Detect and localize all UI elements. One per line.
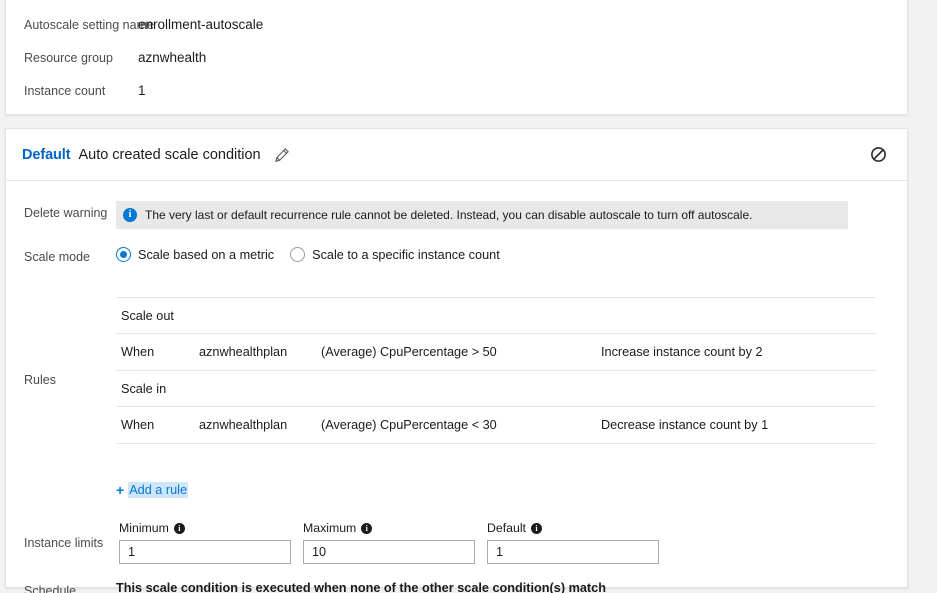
delete-warning-text: The very last or default recurrence rule… bbox=[145, 208, 753, 222]
default-field-group: Default i bbox=[487, 519, 659, 564]
radio-button-icon-unselected[interactable] bbox=[290, 247, 306, 262]
table-row[interactable]: When aznwhealthplan (Average) CpuPercent… bbox=[116, 407, 876, 444]
delete-warning-row: Delete warning i The very last or defaul… bbox=[6, 201, 907, 229]
info-icon: i bbox=[123, 208, 137, 222]
plus-icon: + bbox=[116, 482, 125, 498]
rule-when-label: When bbox=[121, 345, 155, 359]
radio-button-icon-selected[interactable] bbox=[116, 247, 131, 262]
summary-row-autoscale-setting-name: Autoscale setting name enrollment-autosc… bbox=[6, 8, 907, 41]
rule-action: Decrease instance count by 1 bbox=[601, 418, 769, 432]
maximum-label-line: Maximum i bbox=[303, 519, 475, 537]
rules-label: Rules bbox=[24, 373, 56, 387]
rules-table: Scale out When aznwhealthplan (Average) … bbox=[116, 297, 876, 444]
add-rule-row: + Add a rule bbox=[6, 482, 907, 504]
summary-label-autoscale-setting-name: Autoscale setting name bbox=[24, 17, 154, 32]
delete-warning-label: Delete warning bbox=[24, 206, 108, 220]
maximum-field-group: Maximum i bbox=[303, 519, 475, 564]
info-icon[interactable]: i bbox=[173, 522, 185, 534]
scale-mode-row: Scale mode Scale based on a metric Scale… bbox=[6, 247, 907, 269]
rule-resource: aznwhealthplan bbox=[199, 418, 288, 432]
scale-condition-name: Auto created scale condition bbox=[78, 146, 261, 163]
summary-label-resource-group: Resource group bbox=[24, 50, 113, 65]
table-row[interactable]: When aznwhealthplan (Average) CpuPercent… bbox=[116, 334, 876, 371]
minimum-field-group: Minimum i bbox=[119, 519, 291, 564]
minimum-label: Minimum bbox=[119, 521, 169, 535]
summary-value-instance-count: 1 bbox=[138, 83, 146, 98]
disable-scale-condition-button[interactable] bbox=[867, 144, 889, 166]
summary-row-instance-count: Instance count 1 bbox=[6, 74, 907, 107]
scale-mode-radio-group: Scale based on a metric Scale to a speci… bbox=[116, 247, 500, 262]
default-label: Default bbox=[487, 521, 526, 535]
info-icon[interactable]: i bbox=[530, 522, 542, 534]
summary-value-autoscale-setting-name: enrollment-autoscale bbox=[138, 17, 264, 32]
default-instance-input[interactable] bbox=[487, 540, 659, 564]
scale-condition-header: Default Auto created scale condition bbox=[6, 129, 907, 181]
info-icon[interactable]: i bbox=[361, 522, 373, 534]
instance-limits-row: Minimum i Maximum i Default i bbox=[6, 519, 907, 569]
default-label-line: Default i bbox=[487, 519, 659, 537]
maximum-label: Maximum bbox=[303, 521, 357, 535]
minimum-instance-input[interactable] bbox=[119, 540, 291, 564]
radio-scale-to-specific-instance-count[interactable]: Scale to a specific instance count bbox=[290, 247, 500, 262]
summary-label-instance-count: Instance count bbox=[24, 83, 106, 98]
add-a-rule-label: Add a rule bbox=[128, 482, 189, 498]
autoscale-summary-panel: Autoscale setting name enrollment-autosc… bbox=[5, 0, 908, 115]
summary-row-resource-group: Resource group aznwhealth bbox=[6, 41, 907, 74]
rule-condition: (Average) CpuPercentage < 30 bbox=[321, 418, 497, 432]
autoscale-settings-page: Autoscale setting name enrollment-autosc… bbox=[0, 0, 937, 593]
delete-warning-banner: i The very last or default recurrence ru… bbox=[116, 201, 848, 229]
scale-condition-title: Default Auto created scale condition bbox=[6, 144, 293, 166]
maximum-instance-input[interactable] bbox=[303, 540, 475, 564]
rule-when-label: When bbox=[121, 418, 155, 432]
rules-section-header-scale-out: Scale out bbox=[116, 298, 876, 334]
radio-label-scale-based-on-metric: Scale based on a metric bbox=[138, 247, 275, 262]
schedule-description: This scale condition is executed when no… bbox=[116, 581, 606, 593]
scale-condition-panel: Default Auto created scale condition Del… bbox=[5, 128, 908, 593]
summary-value-resource-group: aznwhealth bbox=[138, 50, 207, 65]
schedule-row: This scale condition is executed when no… bbox=[6, 581, 907, 593]
instance-limits-fields: Minimum i Maximum i Default i bbox=[119, 519, 659, 564]
rules-section-header-scale-in: Scale in bbox=[116, 371, 876, 407]
rule-condition: (Average) CpuPercentage > 50 bbox=[321, 345, 497, 359]
minimum-label-line: Minimum i bbox=[119, 519, 291, 537]
pencil-icon[interactable] bbox=[271, 144, 293, 166]
rule-action: Increase instance count by 2 bbox=[601, 345, 763, 359]
radio-label-scale-to-specific-instance-count: Scale to a specific instance count bbox=[312, 247, 500, 262]
rule-resource: aznwhealthplan bbox=[199, 345, 288, 359]
radio-scale-based-on-metric[interactable]: Scale based on a metric bbox=[116, 247, 274, 262]
add-a-rule-button[interactable]: + Add a rule bbox=[116, 482, 189, 498]
default-badge-label: Default bbox=[22, 146, 71, 163]
scale-mode-label: Scale mode bbox=[24, 250, 91, 264]
